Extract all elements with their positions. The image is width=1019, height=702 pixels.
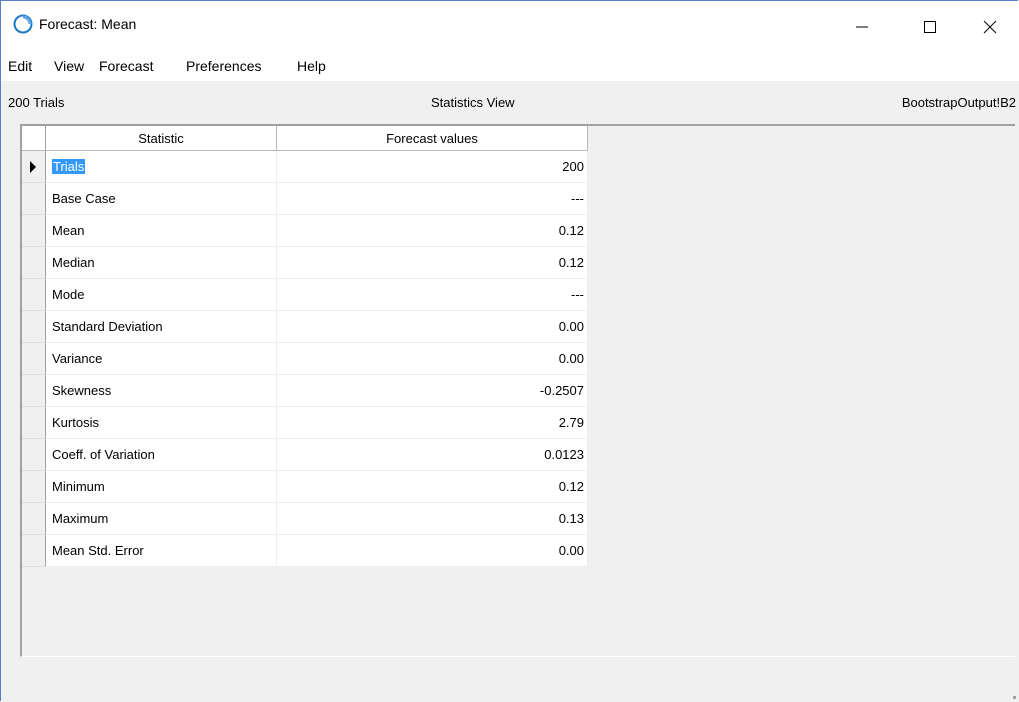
statistic-cell[interactable]: Skewness	[45, 374, 277, 407]
row-header[interactable]	[22, 374, 46, 407]
row-header[interactable]	[22, 214, 46, 247]
table-row[interactable]: Variance 0.00	[22, 342, 588, 375]
selected-statistic-text: Trials	[52, 159, 86, 174]
table-row[interactable]: Base Case ---	[22, 182, 588, 215]
corner-cell	[22, 126, 46, 151]
statistic-cell[interactable]: Base Case	[45, 182, 277, 215]
close-button[interactable]	[967, 1, 1013, 53]
current-row-indicator-icon	[30, 161, 36, 173]
table-row[interactable]: Kurtosis 2.79	[22, 406, 588, 439]
statistic-cell[interactable]: Kurtosis	[45, 406, 277, 439]
window-title: Forecast: Mean	[39, 16, 137, 32]
statistic-cell[interactable]: Mode	[45, 278, 277, 311]
menu-view[interactable]: View	[54, 58, 84, 74]
menu-forecast[interactable]: Forecast	[99, 58, 153, 74]
row-header[interactable]	[22, 246, 46, 279]
statistic-cell[interactable]: Mean	[45, 214, 277, 247]
value-cell[interactable]: 200	[276, 150, 588, 183]
view-name: Statistics View	[431, 95, 515, 110]
value-cell[interactable]: ---	[276, 182, 588, 215]
row-header[interactable]	[22, 278, 46, 311]
table-row[interactable]: Maximum 0.13	[22, 502, 588, 535]
row-header[interactable]	[22, 182, 46, 215]
maximize-icon	[924, 21, 936, 33]
value-cell[interactable]: -0.2507	[276, 374, 588, 407]
row-header[interactable]	[22, 150, 46, 183]
statistic-cell[interactable]: Coeff. of Variation	[45, 438, 277, 471]
value-cell[interactable]: 0.13	[276, 502, 588, 535]
menu-preferences[interactable]: Preferences	[186, 58, 261, 74]
row-header[interactable]	[22, 406, 46, 439]
statistic-cell[interactable]: Mean Std. Error	[45, 534, 277, 567]
table-row[interactable]: Mode ---	[22, 278, 588, 311]
table-row[interactable]: Standard Deviation 0.00	[22, 310, 588, 343]
value-cell[interactable]: ---	[276, 278, 588, 311]
row-header[interactable]	[22, 310, 46, 343]
value-cell[interactable]: 0.0123	[276, 438, 588, 471]
value-cell[interactable]: 2.79	[276, 406, 588, 439]
trials-count: 200 Trials	[8, 95, 65, 110]
table-row[interactable]: Trials 200	[22, 150, 588, 183]
statistic-cell[interactable]: Variance	[45, 342, 277, 375]
row-header[interactable]	[22, 342, 46, 375]
close-icon	[983, 20, 997, 34]
title-bar[interactable]: Forecast: Mean	[1, 1, 1019, 53]
value-cell[interactable]: 0.00	[276, 534, 588, 567]
table-row[interactable]: Minimum 0.12	[22, 470, 588, 503]
table-row[interactable]: Mean Std. Error 0.00	[22, 534, 588, 567]
column-header-statistic[interactable]: Statistic	[45, 126, 277, 151]
value-cell[interactable]: 0.12	[276, 214, 588, 247]
menu-edit[interactable]: Edit	[8, 58, 32, 74]
column-header-forecast-values[interactable]: Forecast values	[276, 126, 588, 151]
table-header-row: Statistic Forecast values	[22, 126, 588, 151]
row-header[interactable]	[22, 438, 46, 471]
minimize-button[interactable]	[839, 1, 885, 53]
view-header-bar: 200 Trials Statistics View BootstrapOutp…	[1, 81, 1019, 121]
statistic-cell[interactable]: Maximum	[45, 502, 277, 535]
table-row[interactable]: Mean 0.12	[22, 214, 588, 247]
statistics-grid[interactable]: Statistic Forecast values Trials 200 Bas…	[20, 124, 1015, 657]
value-cell[interactable]: 0.00	[276, 342, 588, 375]
table-row[interactable]: Skewness -0.2507	[22, 374, 588, 407]
forecast-app-icon	[13, 14, 33, 34]
value-cell[interactable]: 0.12	[276, 246, 588, 279]
row-header[interactable]	[22, 502, 46, 535]
cell-reference: BootstrapOutput!B2	[901, 95, 1016, 110]
maximize-button[interactable]	[907, 1, 953, 53]
value-cell[interactable]: 0.00	[276, 310, 588, 343]
statistic-cell[interactable]: Trials	[45, 150, 277, 183]
row-header[interactable]	[22, 534, 46, 567]
statistic-cell[interactable]: Standard Deviation	[45, 310, 277, 343]
minimize-icon	[856, 26, 868, 28]
row-header[interactable]	[22, 470, 46, 503]
forecast-window: Forecast: Mean Edit View Forecast Prefer…	[0, 0, 1019, 701]
table-row[interactable]: Coeff. of Variation 0.0123	[22, 438, 588, 471]
menu-help[interactable]: Help	[297, 58, 326, 74]
statistic-cell[interactable]: Median	[45, 246, 277, 279]
statistics-table: Statistic Forecast values Trials 200 Bas…	[22, 126, 588, 567]
resize-grip[interactable]	[1013, 696, 1016, 699]
value-cell[interactable]: 0.12	[276, 470, 588, 503]
table-row[interactable]: Median 0.12	[22, 246, 588, 279]
menu-bar: Edit View Forecast Preferences Help	[1, 53, 1019, 81]
statistic-cell[interactable]: Minimum	[45, 470, 277, 503]
